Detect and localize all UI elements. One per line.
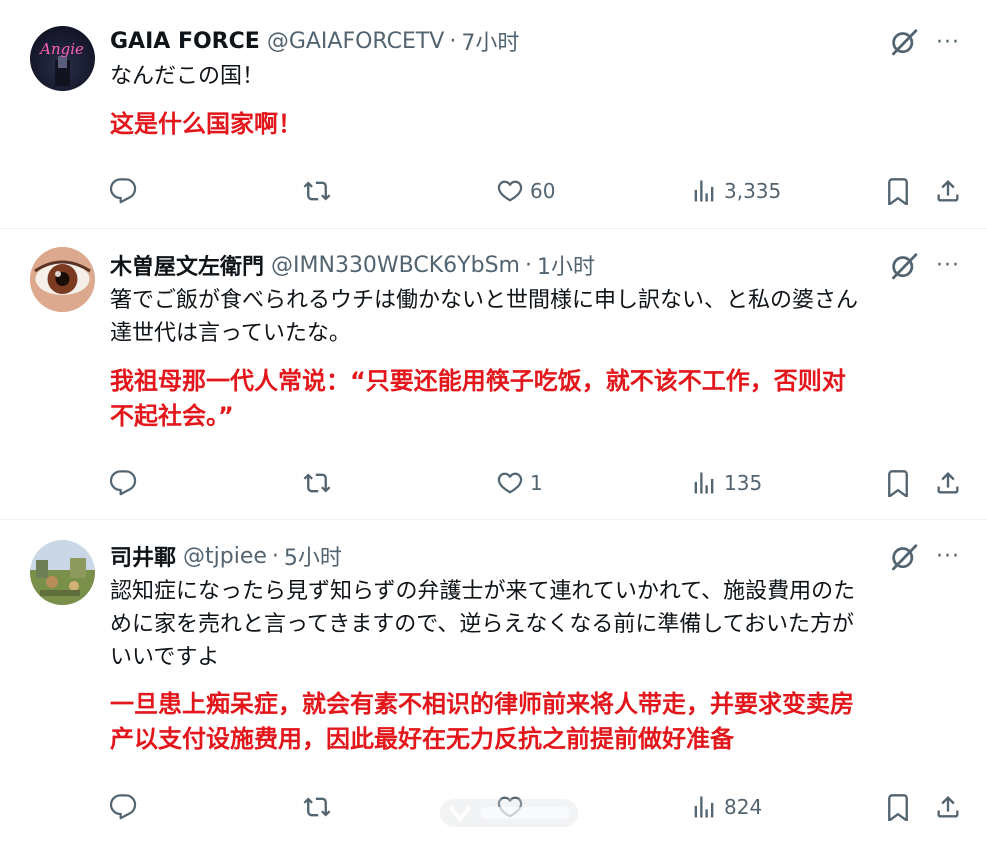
display-name[interactable]: 司井鄆 <box>110 540 176 572</box>
translation-line: 一旦患上痴呆症，就会有素不相识的律师前来将人带走，并要求变卖房 <box>110 690 854 718</box>
like-icon <box>496 469 524 497</box>
more-icon[interactable]: ··· <box>934 250 962 280</box>
avatar-image <box>30 247 95 312</box>
share-button[interactable] <box>934 792 962 822</box>
like-button[interactable]: 1 <box>496 468 543 498</box>
tweet-2[interactable]: 木曽屋文左衛門 @IMN330WBCK6YbSm · 1小时 ··· 箸でご飯が… <box>0 229 987 519</box>
retweet-button[interactable] <box>303 468 331 498</box>
reply-icon <box>109 793 137 821</box>
views-icon <box>690 469 718 497</box>
reply-button[interactable] <box>109 792 137 822</box>
share-icon <box>934 177 962 205</box>
avatar[interactable] <box>30 540 95 605</box>
separator-dot: · <box>449 28 457 54</box>
views-icon <box>690 177 718 205</box>
retweet-icon <box>303 177 331 205</box>
bookmark-button[interactable] <box>884 176 912 206</box>
more-icon[interactable]: ··· <box>934 541 962 571</box>
view-count: 135 <box>724 471 763 495</box>
avatar-image: Angie <box>38 40 84 86</box>
display-name[interactable]: 木曽屋文左衛門 <box>110 249 264 281</box>
watermark-logo <box>440 799 578 827</box>
tweet-text-line: めに家を売れと言ってきますので、逆らえなくなる前に準備しておいた方が <box>110 612 855 637</box>
reply-icon <box>109 469 137 497</box>
views-icon <box>690 793 718 821</box>
timestamp[interactable]: 1小时 <box>537 249 595 281</box>
tweet-text-line: いいですよ <box>110 645 220 670</box>
translation-text: 一旦患上痴呆症，就会有素不相识的律师前来将人带走，并要求变卖房 产以支付设施费用… <box>110 687 960 757</box>
views-button[interactable]: 3,335 <box>690 176 781 206</box>
bookmark-icon <box>884 177 912 205</box>
avatar[interactable] <box>30 247 95 312</box>
tweet-text: なんだこの国！ <box>110 64 265 89</box>
tweet-header: GAIA FORCE @GAIAFORCETV · 7小时 <box>110 25 519 57</box>
reply-button[interactable] <box>109 468 137 498</box>
tweet-text: 認知症になったら見ず知らずの弁護士が来て連れていかれて、施設費用のた めに家を売… <box>110 575 960 674</box>
translation-line: 我祖母那一代人常说：“只要还能用筷子吃饭，就不该不工作，否则对 <box>110 367 846 395</box>
retweet-button[interactable] <box>303 792 331 822</box>
view-count: 3,335 <box>724 179 782 203</box>
translation-line: 产以支付设施费用，因此最好在无力反抗之前提前做好准备 <box>110 725 734 753</box>
view-count: 824 <box>724 795 763 819</box>
tweet-header: 木曽屋文左衛門 @IMN330WBCK6YbSm · 1小时 <box>110 249 595 281</box>
share-icon <box>934 793 962 821</box>
grok-icon[interactable] <box>889 542 919 572</box>
tweet-1[interactable]: Angie GAIA FORCE @GAIAFORCETV · 7小时 ··· … <box>0 0 987 228</box>
grok-icon[interactable] <box>889 251 919 281</box>
avatar-neon-text: Angie <box>38 40 84 58</box>
tweet-text-line: 認知症になったら見ず知らずの弁護士が来て連れていかれて、施設費用のた <box>110 579 856 604</box>
bookmark-button[interactable] <box>884 792 912 822</box>
timestamp[interactable]: 7小时 <box>461 25 519 57</box>
translation-line: 不起社会。” <box>110 402 234 430</box>
display-name[interactable]: GAIA FORCE <box>110 29 260 54</box>
avatar[interactable]: Angie <box>30 26 95 91</box>
tweet-text-line: 達世代は言っていたな。 <box>110 321 351 346</box>
retweet-icon <box>303 469 331 497</box>
like-icon <box>496 177 524 205</box>
views-button[interactable]: 824 <box>690 792 762 822</box>
like-count: 60 <box>530 179 556 203</box>
tweet-header: 司井鄆 @tjpiee · 5小时 <box>110 540 342 572</box>
share-button[interactable] <box>934 468 962 498</box>
bookmark-icon <box>884 469 912 497</box>
timestamp[interactable]: 5小时 <box>284 540 342 572</box>
retweet-icon <box>303 793 331 821</box>
tweet-text-line: 箸でご飯が食べられるウチは働かないと世間様に申し訳ない、と私の婆さん <box>110 288 859 313</box>
like-count: 1 <box>530 471 543 495</box>
avatar-image <box>30 540 95 605</box>
handle[interactable]: @tjpiee <box>183 544 267 569</box>
retweet-button[interactable] <box>303 176 331 206</box>
translation-text: 这是什么国家啊！ <box>110 110 302 138</box>
separator-dot: · <box>271 543 279 569</box>
views-button[interactable]: 135 <box>690 468 762 498</box>
separator-dot: · <box>524 252 532 278</box>
bookmark-button[interactable] <box>884 468 912 498</box>
reply-button[interactable] <box>109 176 137 206</box>
translation-text: 我祖母那一代人常说：“只要还能用筷子吃饭，就不该不工作，否则对 不起社会。” <box>110 364 960 434</box>
more-icon[interactable]: ··· <box>934 27 962 57</box>
bookmark-icon <box>884 793 912 821</box>
reply-icon <box>109 177 137 205</box>
share-icon <box>934 469 962 497</box>
like-button[interactable]: 60 <box>496 176 555 206</box>
tweet-text: 箸でご飯が食べられるウチは働かないと世間様に申し訳ない、と私の婆さん 達世代は言… <box>110 284 960 350</box>
share-button[interactable] <box>934 176 962 206</box>
handle[interactable]: @IMN330WBCK6YbSm <box>271 253 520 278</box>
handle[interactable]: @GAIAFORCETV <box>267 29 445 54</box>
grok-icon[interactable] <box>889 27 919 57</box>
